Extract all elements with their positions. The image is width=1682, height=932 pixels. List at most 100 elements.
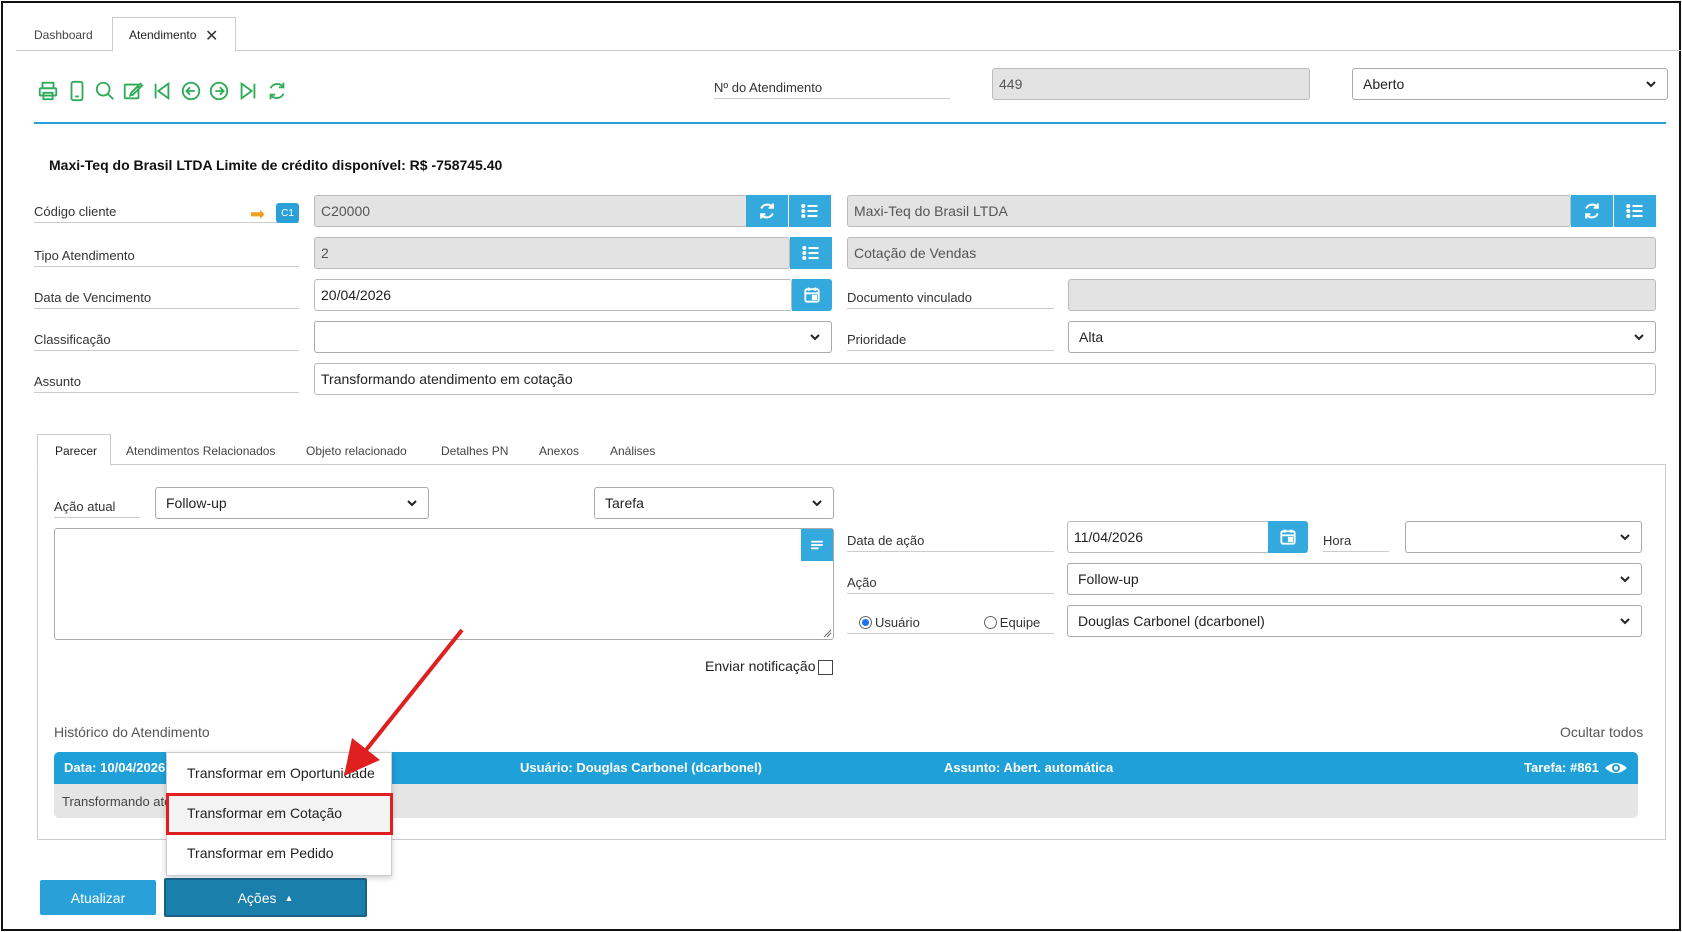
tipo-atendimento-label: Tipo Atendimento [34,248,299,267]
assunto-label: Assunto [34,374,299,393]
subtab-parecer[interactable]: Parecer [55,444,97,458]
tab-bar-line [16,50,1682,51]
assunto-input[interactable]: Transformando atendimento em cotação [314,363,1656,395]
calendar-icon [1280,529,1296,545]
tipo-acao-value: Tarefa [605,495,644,511]
data-acao-value: 11/04/2026 [1074,529,1144,545]
chevron-down-icon [812,500,822,507]
historico-title: Histórico do Atendimento [54,724,210,740]
header-divider [34,122,1666,124]
hora-label: Hora [1323,533,1389,552]
historico-assunto: Assunto: Abert. automática [944,760,1114,775]
cliente-nome-value: Maxi-Teq do Brasil LTDA [854,203,1008,219]
tipo-descricao-value: Cotação de Vendas [854,245,977,261]
enviar-notificacao-checkbox[interactable] [818,660,833,675]
edit-icon[interactable] [122,80,144,102]
arrow-right-icon[interactable]: ➡ [250,204,265,225]
data-acao-input[interactable]: 11/04/2026 [1067,521,1269,553]
hora-select[interactable] [1405,521,1642,553]
next-record-icon[interactable] [208,80,230,102]
print-icon[interactable] [37,80,59,102]
chevron-down-icon [1620,618,1630,625]
codigo-refresh-button[interactable] [746,195,788,227]
cliente-nome-field: Maxi-Teq do Brasil LTDA [847,195,1571,227]
tipo-list-button[interactable] [790,237,832,269]
cliente-refresh-button[interactable] [1571,195,1613,227]
cliente-list-button[interactable] [1614,195,1656,227]
tab-dashboard[interactable]: Dashboard [34,28,93,42]
numero-atendimento-field: 449 [992,68,1310,100]
data-vencimento-label: Data de Vencimento [34,290,299,309]
classificacao-label: Classificação [34,332,299,351]
codigo-badge[interactable]: C1 [276,203,299,223]
acao-value: Follow-up [1078,571,1139,587]
tipo-atendimento-field: 2 [314,237,790,269]
numero-atendimento-label: Nº do Atendimento [714,80,950,99]
acao-select[interactable]: Follow-up [1067,563,1642,595]
last-record-icon[interactable] [237,80,259,102]
data-acao-calendar-button[interactable] [1268,521,1308,553]
text-lines-icon [811,540,823,550]
chevron-down-icon [1620,534,1630,541]
resize-handle-icon[interactable] [822,628,832,638]
documento-vinculado-label: Documento vinculado [847,290,1054,309]
acao-atual-value: Follow-up [166,495,227,511]
radio-equipe[interactable] [983,616,997,629]
numero-atendimento-value: 449 [999,76,1023,92]
assunto-value: Transformando atendimento em cotação [321,371,573,387]
historico-tarefa: Tarefa: #861 [1524,760,1599,775]
client-credit-banner: Maxi-Teq do Brasil LTDA Limite de crédit… [49,157,503,173]
subtab-analises[interactable]: Análises [610,444,655,458]
acao-label: Ação [847,575,1054,594]
chevron-down-icon [1620,576,1630,583]
responsavel-select[interactable]: Douglas Carbonel (dcarbonel) [1067,605,1642,637]
annotation-arrow-icon [344,628,464,776]
close-tab-icon[interactable]: ✕ [205,26,218,46]
tab-atendimento[interactable]: Atendimento [129,28,196,42]
status-select[interactable]: Aberto [1352,68,1668,100]
chevron-down-icon [810,334,820,341]
caret-up-icon: ▲ [284,892,294,903]
calendar-icon [804,287,820,303]
text-format-button[interactable] [801,529,833,561]
tipo-atendimento-value: 2 [321,245,329,261]
enviar-notificacao-label: Enviar notificação [705,658,816,674]
first-record-icon[interactable] [151,80,173,102]
acao-atual-label: Ação atual [54,499,140,518]
ocultar-todos-link[interactable]: Ocultar todos [1560,724,1643,740]
subtab-detalhes-pn[interactable]: Detalhes PN [441,444,508,458]
responsavel-tipo-radio-group: Usuário Equipe [847,615,1054,634]
data-vencimento-value: 20/04/2026 [321,287,392,303]
subtab-anexos[interactable]: Anexos [539,444,579,458]
codigo-cliente-field: C20000 [314,195,747,227]
historico-data: Data: 10/04/2026 [64,760,166,775]
acoes-button-label: Ações [237,889,277,906]
prioridade-value: Alta [1079,329,1104,345]
list-icon [801,203,818,219]
acao-atual-select[interactable]: Follow-up [155,487,429,519]
codigo-list-button[interactable] [789,195,831,227]
radio-usuario[interactable] [859,616,872,629]
responsavel-value: Douglas Carbonel (dcarbonel) [1078,613,1265,629]
classificacao-select[interactable] [314,321,832,353]
acoes-button[interactable]: Ações ▲ [164,878,367,917]
prioridade-label: Prioridade [847,332,1054,351]
atualizar-button[interactable]: Atualizar [40,880,156,915]
tipo-acao-select[interactable]: Tarefa [594,487,834,519]
prioridade-select[interactable]: Alta [1068,321,1656,353]
tipo-descricao-field: Cotação de Vendas [847,237,1656,269]
historico-usuario: Usuário: Douglas Carbonel (dcarbonel) [520,760,762,775]
data-vencimento-calendar-button[interactable] [792,279,832,311]
eye-icon[interactable] [1604,758,1628,778]
refresh-icon[interactable] [266,80,288,102]
data-vencimento-input[interactable]: 20/04/2026 [314,279,792,311]
mobile-icon[interactable] [66,80,88,102]
previous-record-icon[interactable] [180,80,202,102]
chevron-down-icon [407,500,417,507]
subtab-atendimentos-relacionados[interactable]: Atendimentos Relacionados [126,444,275,458]
highlight-box [166,793,393,835]
list-icon [802,245,819,261]
search-icon[interactable] [94,80,116,102]
menu-item-transformar-pedido[interactable]: Transformar em Pedido [167,833,393,873]
subtab-objeto-relacionado[interactable]: Objeto relacionado [306,444,407,458]
